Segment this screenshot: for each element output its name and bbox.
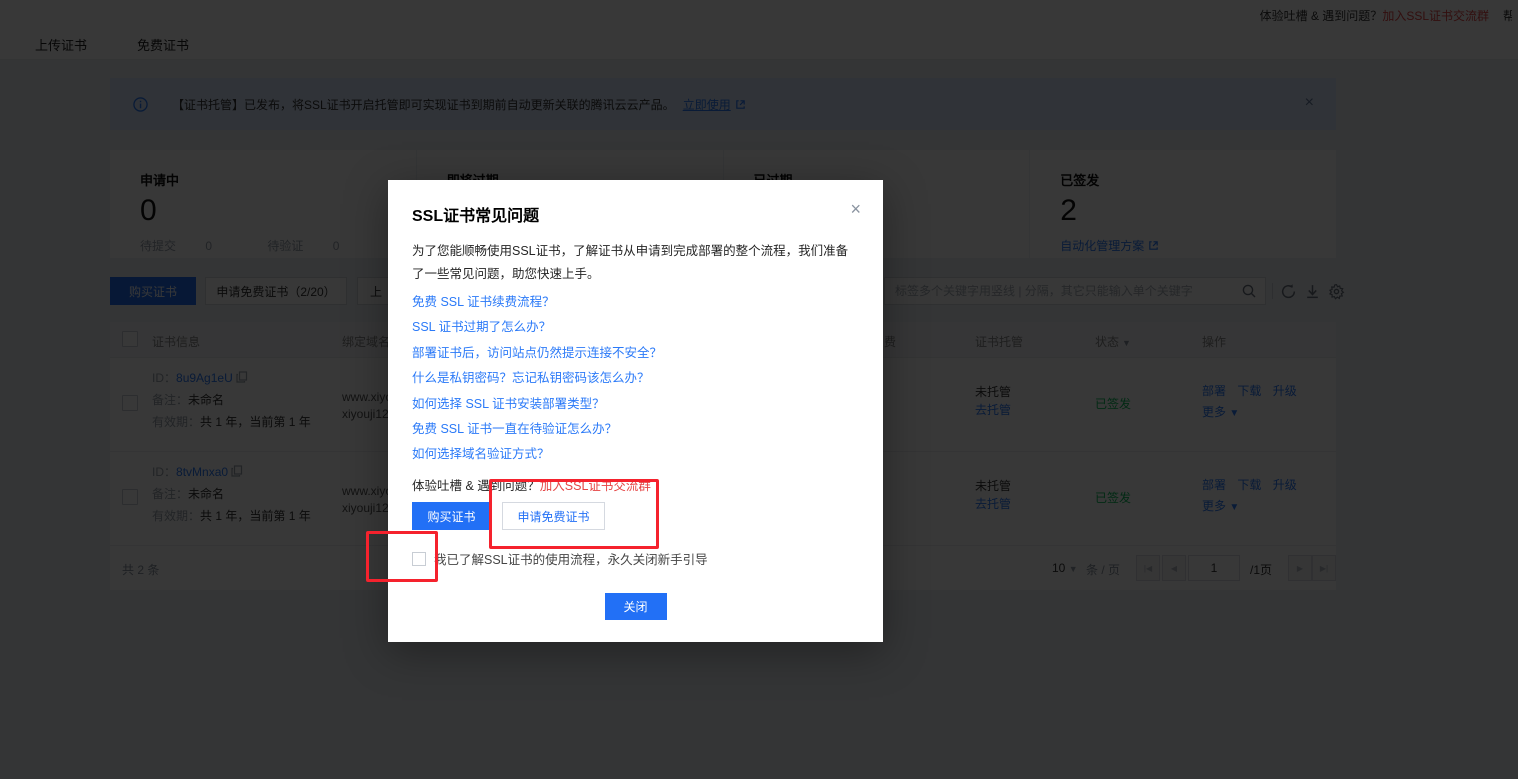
faq-link-list: 免费 SSL 证书续费流程？ SSL 证书过期了怎么办？ 部署证书后，访问站点仍… xyxy=(412,290,662,468)
modal-intro-text: 为了您能顺畅使用SSL证书，了解证书从申请到完成部署的整个流程，我们准备了一些常… xyxy=(412,240,859,286)
faq-modal: SSL证书常见问题 × 为了您能顺畅使用SSL证书，了解证书从申请到完成部署的整… xyxy=(388,180,883,642)
faq-link[interactable]: 如何选择域名验证方式？ xyxy=(412,442,662,467)
faq-link[interactable]: SSL 证书过期了怎么办？ xyxy=(412,315,662,340)
dont-show-again-row: 我已了解SSL证书的使用流程，永久关闭新手引导 xyxy=(412,549,708,568)
faq-link[interactable]: 什么是私钥密码？忘记私钥密码该怎么办？ xyxy=(412,366,662,391)
modal-title: SSL证书常见问题 xyxy=(412,202,539,226)
modal-buy-cert-button[interactable]: 购买证书 xyxy=(412,502,491,530)
ssl-console-page: 体验吐槽 & 遇到问题？ 加入SSL证书交流群 帮 上传证书 免费证书 【证书托… xyxy=(0,0,1518,779)
annotation-rect-checkbox xyxy=(366,531,438,582)
faq-link[interactable]: 免费 SSL 证书续费流程？ xyxy=(412,290,662,315)
checkbox-label: 我已了解SSL证书的使用流程，永久关闭新手引导 xyxy=(434,549,708,568)
modal-close-icon[interactable]: × xyxy=(850,200,861,218)
faq-link[interactable]: 免费 SSL 证书一直在待验证怎么办？ xyxy=(412,417,662,442)
modal-close-button[interactable]: 关闭 xyxy=(605,593,667,620)
faq-link[interactable]: 部署证书后，访问站点仍然提示连接不安全？ xyxy=(412,341,662,366)
annotation-rect-apply-button xyxy=(489,479,659,549)
faq-link[interactable]: 如何选择 SSL 证书安装部署类型？ xyxy=(412,392,662,417)
